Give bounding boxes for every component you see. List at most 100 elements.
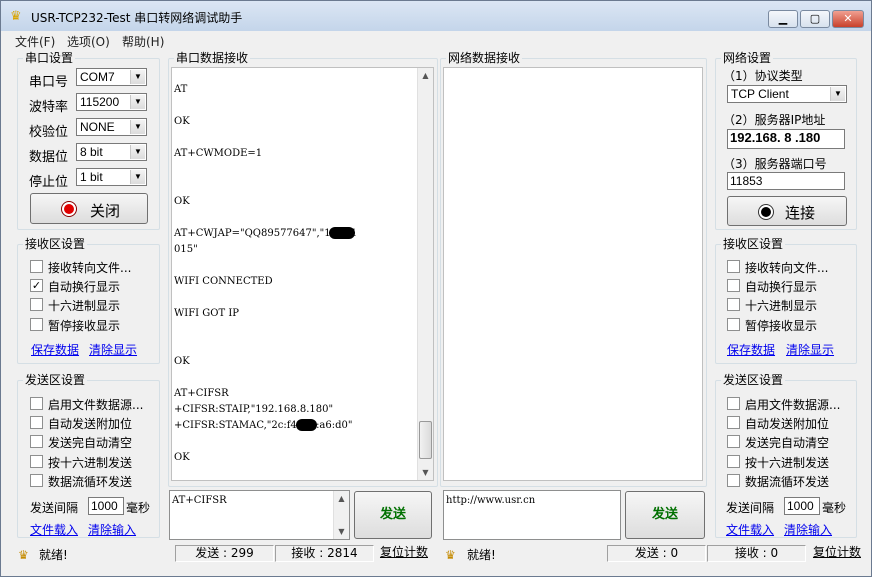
databits-select[interactable]: 8 bit ▼ bbox=[76, 143, 147, 161]
left-load-file-link[interactable]: 文件载入 bbox=[30, 521, 78, 538]
checkbox[interactable] bbox=[727, 318, 740, 331]
chevron-down-icon: ▼ bbox=[830, 87, 845, 101]
maximize-button[interactable]: ▢ bbox=[800, 10, 830, 28]
right-clear-input-link[interactable]: 清除输入 bbox=[784, 521, 832, 538]
option-label: 自动发送附加位 bbox=[745, 417, 830, 431]
stopbits-select[interactable]: 1 bit ▼ bbox=[76, 168, 147, 186]
log-line: OK bbox=[174, 356, 190, 367]
checkbox-checked[interactable]: ✓ bbox=[30, 279, 43, 292]
network-send-input[interactable]: http://www.usr.cn bbox=[443, 490, 621, 540]
right-save-data-link[interactable]: 保存数据 bbox=[727, 341, 775, 358]
baud-value: 115200 bbox=[80, 95, 120, 109]
right-reset-count-button[interactable]: 复位计数 bbox=[807, 545, 867, 562]
scroll-up-icon[interactable]: ▲ bbox=[334, 491, 349, 506]
checkbox[interactable] bbox=[30, 397, 43, 410]
server-port-input[interactable]: 11853 bbox=[727, 172, 845, 190]
checkbox[interactable] bbox=[727, 416, 740, 429]
chevron-down-icon: ▼ bbox=[130, 70, 145, 84]
scroll-up-icon[interactable]: ▲ bbox=[418, 68, 433, 83]
right-send-interval-input[interactable]: 1000 bbox=[784, 497, 820, 515]
right-load-file-link[interactable]: 文件载入 bbox=[726, 521, 774, 538]
left-send-interval-input[interactable]: 1000 bbox=[88, 497, 124, 515]
checkbox[interactable] bbox=[727, 298, 740, 311]
serial-send-scrollbar[interactable]: ▲ ▼ bbox=[333, 491, 349, 539]
log-line: +CIFSR:STAIP,"192.168.8.180" bbox=[174, 404, 334, 415]
left-received-count: 接收 : 2814 bbox=[275, 545, 374, 562]
checkbox[interactable] bbox=[30, 455, 43, 468]
checkbox[interactable] bbox=[30, 318, 43, 331]
checkbox[interactable] bbox=[727, 455, 740, 468]
scroll-down-icon[interactable]: ▼ bbox=[334, 524, 349, 539]
option-label: 接收转向文件... bbox=[745, 261, 829, 275]
checkbox[interactable] bbox=[30, 474, 43, 487]
serial-settings-title: 串口设置 bbox=[23, 51, 76, 65]
left-save-data-link[interactable]: 保存数据 bbox=[31, 341, 79, 358]
left-send-settings-group: 发送区设置 启用文件数据源... 自动发送附加位 发送完自动清空 按十六进制发送… bbox=[17, 373, 160, 538]
menu-file[interactable]: 文件(F) bbox=[15, 33, 55, 50]
port-select[interactable]: COM7 ▼ bbox=[76, 68, 147, 86]
redaction-mark bbox=[329, 227, 355, 239]
right-sent-count: 发送 : 0 bbox=[607, 545, 706, 562]
left-receive-settings-group: 接收区设置 接收转向文件... ✓ 自动换行显示 十六进制显示 暂停接收显示 保存… bbox=[17, 237, 160, 364]
option-label: 自动换行显示 bbox=[48, 280, 121, 294]
option-label: 暂停接收显示 bbox=[48, 319, 121, 333]
left-status-icon: ♛ bbox=[18, 548, 29, 562]
baud-select[interactable]: 115200 ▼ bbox=[76, 93, 147, 111]
serial-send-button[interactable]: 发送 bbox=[354, 491, 432, 539]
option-label: 接收转向文件... bbox=[48, 261, 132, 275]
left-send-interval-unit: 毫秒 bbox=[126, 501, 151, 515]
connect-button[interactable]: 连接 bbox=[727, 196, 847, 226]
baud-label: 波特率 bbox=[29, 100, 69, 115]
log-line: OK bbox=[174, 116, 190, 127]
server-ip-input[interactable]: 192.168. 8 .180 bbox=[727, 129, 845, 149]
network-receive-log[interactable] bbox=[443, 67, 703, 481]
protocol-select[interactable]: TCP Client ▼ bbox=[727, 85, 847, 103]
close-port-button[interactable]: 关闭 bbox=[30, 193, 148, 224]
title-bar: ♛ USR-TCP232-Test 串口转网络调试助手 ▁ ▢ ✕ bbox=[1, 1, 871, 31]
checkbox[interactable] bbox=[727, 279, 740, 292]
option-label: 按十六进制发送 bbox=[745, 456, 830, 470]
close-port-label: 关闭 bbox=[90, 202, 121, 220]
scroll-down-icon[interactable]: ▼ bbox=[418, 465, 433, 480]
option-label: 自动换行显示 bbox=[745, 280, 818, 294]
checkbox[interactable] bbox=[727, 397, 740, 410]
log-line: 015" bbox=[174, 244, 198, 255]
checkbox[interactable] bbox=[727, 474, 740, 487]
serial-receive-log[interactable]: AT OK AT+CWMODE=1 OK AT+CWJAP="QQ8957764… bbox=[171, 67, 434, 481]
checkbox[interactable] bbox=[30, 298, 43, 311]
minimize-button[interactable]: ▁ bbox=[768, 10, 798, 28]
network-send-button[interactable]: 发送 bbox=[625, 491, 705, 539]
log-line: OK bbox=[174, 196, 190, 207]
left-sent-count: 发送 : 299 bbox=[175, 545, 274, 562]
checkbox[interactable] bbox=[30, 435, 43, 448]
close-window-button[interactable]: ✕ bbox=[832, 10, 864, 28]
left-reset-count-button[interactable]: 复位计数 bbox=[375, 545, 433, 562]
parity-select[interactable]: NONE ▼ bbox=[76, 118, 147, 136]
checkbox[interactable] bbox=[727, 260, 740, 273]
left-clear-input-link[interactable]: 清除输入 bbox=[88, 521, 136, 538]
menu-options[interactable]: 选项(O) bbox=[67, 33, 110, 50]
serial-receive-scrollbar[interactable]: ▲ ▼ bbox=[417, 68, 433, 480]
redaction-mark bbox=[296, 419, 317, 431]
app-logo-icon: ♛ bbox=[10, 9, 22, 24]
serial-send-input[interactable]: AT+CIFSR ▲ ▼ bbox=[169, 490, 350, 540]
right-send-interval-unit: 毫秒 bbox=[822, 501, 847, 515]
checkbox[interactable] bbox=[30, 260, 43, 273]
menu-help[interactable]: 帮助(H) bbox=[122, 33, 164, 50]
checkbox[interactable] bbox=[30, 416, 43, 429]
record-dot-icon bbox=[62, 202, 76, 216]
record-dot-icon bbox=[759, 205, 773, 219]
scroll-thumb[interactable] bbox=[419, 421, 432, 459]
parity-value: NONE bbox=[80, 120, 115, 134]
chevron-down-icon: ▼ bbox=[130, 170, 145, 184]
menu-bar: 文件(F) 选项(O) 帮助(H) bbox=[1, 31, 871, 49]
left-clear-display-link[interactable]: 清除显示 bbox=[89, 341, 137, 358]
checkbox[interactable] bbox=[727, 435, 740, 448]
log-line: OK bbox=[174, 452, 190, 463]
app-window: ♛ USR-TCP232-Test 串口转网络调试助手 ▁ ▢ ✕ 文件(F) … bbox=[0, 0, 872, 577]
option-label: 数据流循环发送 bbox=[48, 475, 133, 489]
option-label: 发送完自动清空 bbox=[745, 436, 830, 450]
network-receive-title: 网络数据接收 bbox=[446, 51, 523, 65]
right-clear-display-link[interactable]: 清除显示 bbox=[786, 341, 834, 358]
log-line: WIFI GOT IP bbox=[174, 308, 240, 319]
